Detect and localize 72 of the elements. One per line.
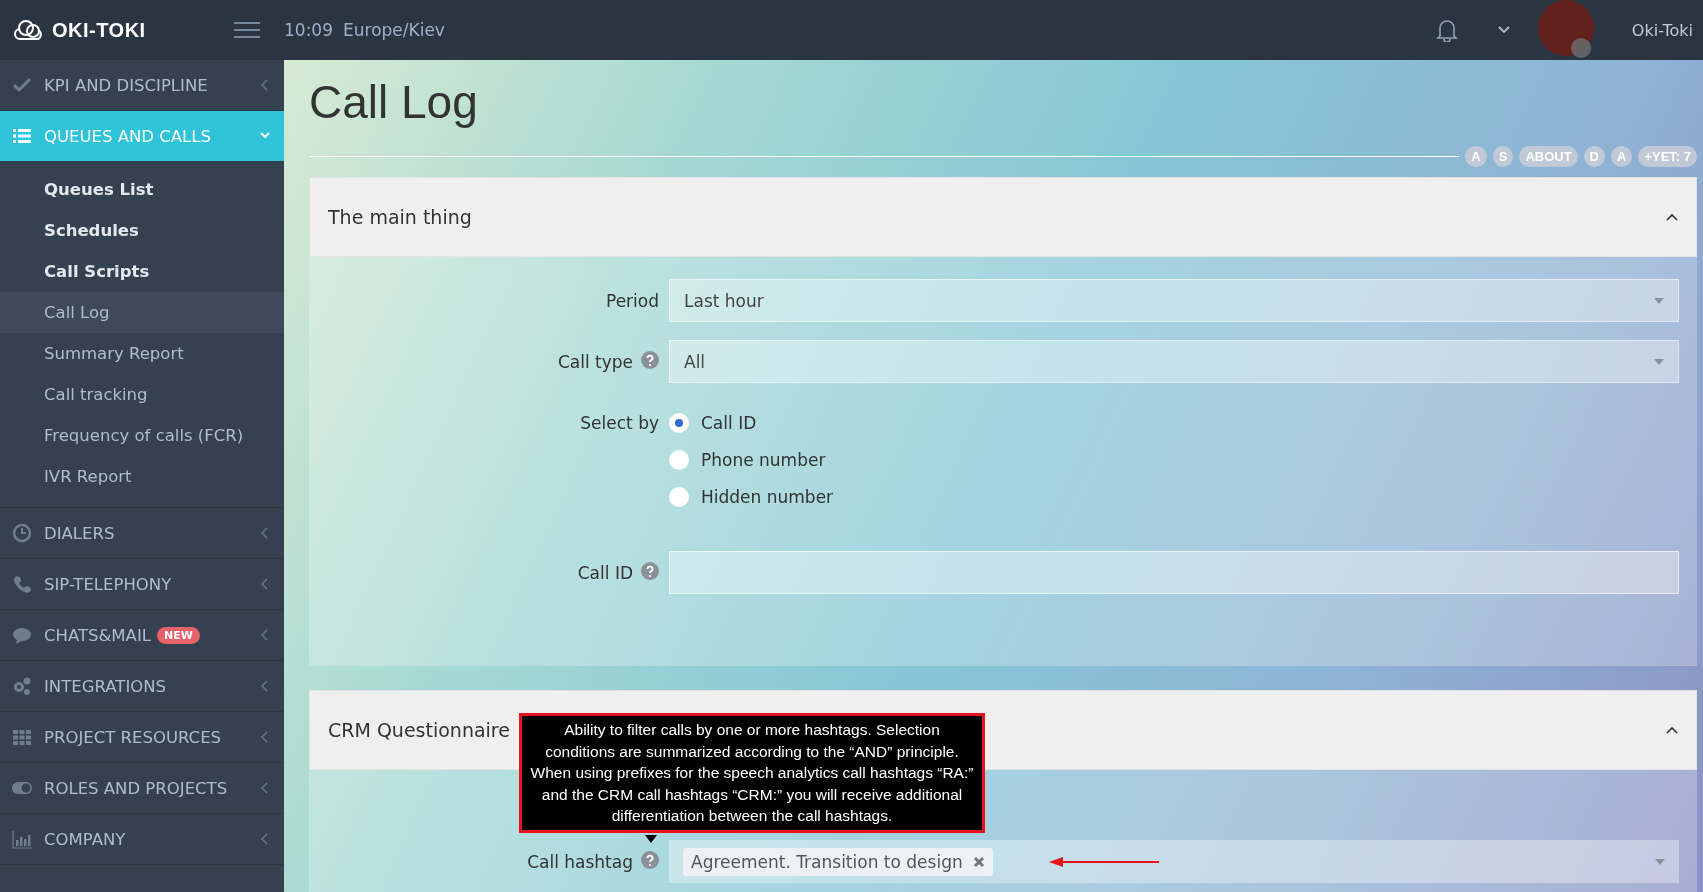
tooltip-pointer — [645, 834, 657, 843]
menu-button[interactable] — [234, 21, 260, 39]
sidebar-item-label: KPI AND DISCIPLINE — [44, 75, 208, 95]
field-label: Call ID — [577, 562, 633, 583]
clock-time: 10:09 — [284, 20, 333, 40]
card-title: The main thing — [328, 206, 472, 228]
chevron-icon — [260, 680, 270, 692]
dropdown-caret-icon — [1654, 358, 1664, 365]
field-label: Select by — [580, 412, 659, 433]
cloud-icon — [14, 19, 44, 41]
phone-icon — [12, 574, 32, 594]
sidebar-item-label: ROLES AND PROJECTS — [44, 778, 228, 798]
list-icon — [12, 126, 32, 146]
page-title: Call Log — [309, 75, 479, 130]
chevron-icon — [260, 833, 270, 845]
submenu-item[interactable]: Summary Report — [0, 333, 284, 374]
submenu-item[interactable]: Call Log — [0, 292, 284, 333]
submenu-item[interactable]: Frequency of calls (FCR) — [0, 415, 284, 456]
collapse-button[interactable] — [1666, 213, 1678, 221]
submenu-item[interactable]: Schedules — [0, 210, 284, 251]
radio-label: Phone number — [701, 450, 826, 470]
bar-chart-icon — [12, 829, 32, 849]
chevron-icon — [260, 578, 270, 590]
new-badge: NEW — [156, 626, 200, 644]
sidebar-item-label: COMPANY — [44, 829, 126, 849]
radio-button[interactable] — [669, 450, 689, 470]
chevron-icon — [260, 79, 270, 91]
field-label: Call hashtag — [527, 851, 633, 872]
card-title: CRM Questionnaire — [328, 719, 510, 741]
submenu-item[interactable]: Call Scripts — [0, 251, 284, 292]
caret-icon[interactable] — [1497, 26, 1510, 34]
sidebar-item-label: SIP-TELEPHONY — [44, 574, 172, 594]
radio-button[interactable] — [669, 487, 689, 507]
user-name[interactable]: Oki-Toki — [1631, 20, 1693, 40]
select-field[interactable]: All — [669, 340, 1679, 383]
sidebar-item-label: INTEGRATIONS — [44, 676, 167, 696]
sidebar-item-label: QUEUES AND CALLS — [44, 126, 211, 146]
select-value: Last hour — [684, 290, 764, 311]
chevron-icon — [260, 629, 270, 641]
sidebar-item-label: CHATS&MAIL — [44, 625, 151, 645]
tag-select-field[interactable]: Agreement. Transition to design — [669, 840, 1679, 883]
speech-bubble-icon — [12, 625, 32, 645]
radio-button[interactable] — [669, 413, 689, 433]
bell-icon[interactable] — [1435, 18, 1458, 42]
timezone-label: Europe/Kiev — [343, 20, 445, 40]
logo-text: OKI-TOKI — [52, 18, 146, 42]
select-field[interactable]: Last hour — [669, 279, 1679, 322]
submenu-item[interactable]: Call tracking — [0, 374, 284, 415]
field-label: Call type — [557, 351, 633, 372]
submenu-item[interactable]: IVR Report — [0, 456, 284, 497]
radio-label: Hidden number — [701, 487, 834, 507]
chevron-icon — [260, 731, 270, 743]
field-label: Period — [606, 290, 659, 311]
grid-icon — [12, 727, 32, 747]
hashtag-text: Agreement. Transition to design — [691, 851, 963, 872]
radio-label: Call ID — [701, 413, 757, 433]
chevron-icon — [260, 782, 270, 794]
avatar[interactable] — [1537, 0, 1594, 56]
sidebar-item-label: DIALERS — [44, 523, 115, 543]
submenu-item[interactable]: Queues List — [0, 169, 284, 210]
select-value: All — [684, 351, 706, 372]
dropdown-caret-icon — [1655, 858, 1665, 865]
clock-icon — [12, 523, 32, 543]
check-icon — [12, 75, 32, 95]
gears-icon — [12, 676, 32, 696]
chevron-icon — [260, 527, 270, 539]
input-field[interactable] — [669, 551, 1679, 594]
sidebar-item-label: PROJECT RESOURCES — [44, 727, 222, 747]
remove-icon[interactable] — [972, 855, 985, 868]
dropdown-caret-icon — [1654, 297, 1664, 304]
tooltip: Ability to filter calls by one or more hashtags. Selection conditions are summarized according to the “AND” principle. When using prefixes for the speech analytics call hashtags “RA:” and the CRM call hashtags “CRM:” you will receive additional differentiation between the call hashtags. — [519, 713, 985, 833]
collapse-button[interactable] — [1666, 726, 1678, 734]
